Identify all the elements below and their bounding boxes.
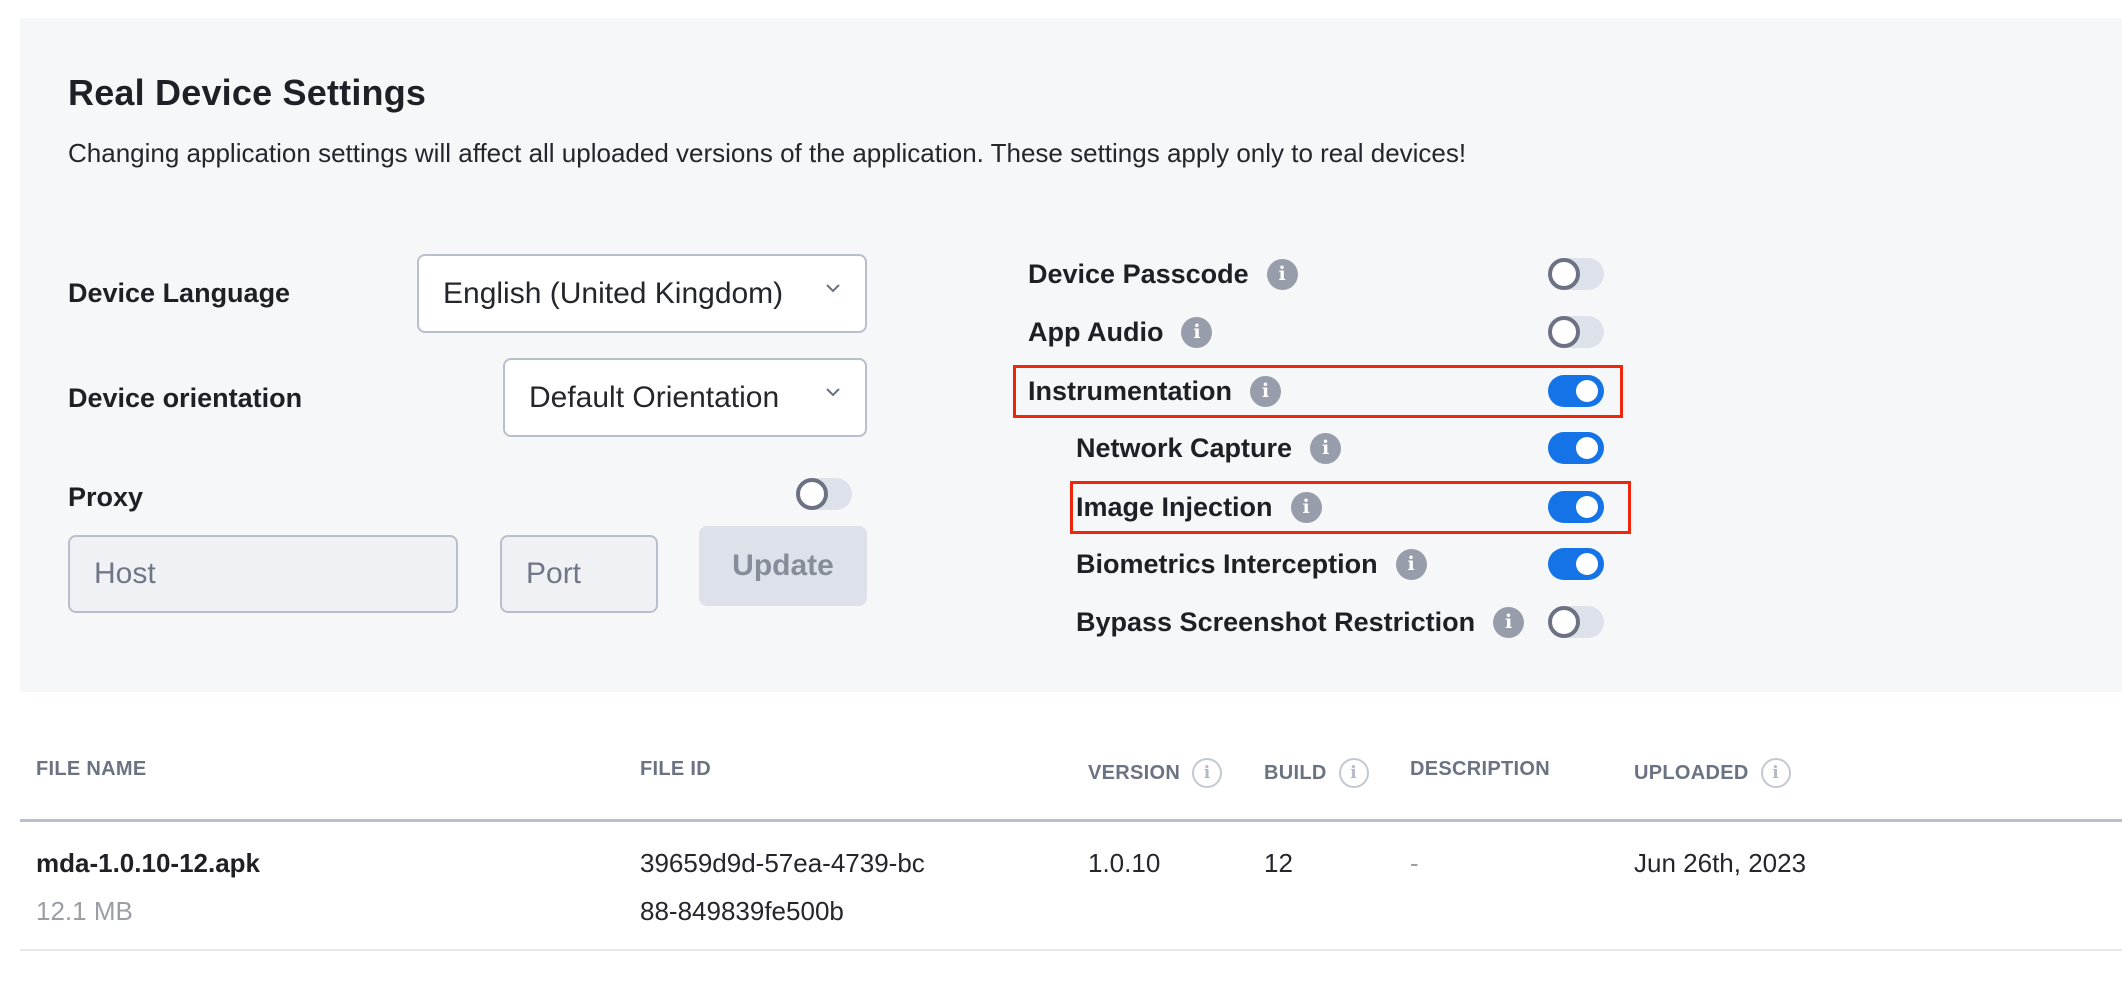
column-header-label: BUILD <box>1264 761 1327 784</box>
info-icon[interactable]: i <box>1250 375 1282 407</box>
option-toggle[interactable] <box>1548 258 1604 290</box>
option-label: Bypass Screenshot Restriction <box>1076 606 1476 637</box>
option-row: Image Injection i <box>1076 487 1322 527</box>
column-header-label: FILE NAME <box>36 758 147 780</box>
option-toggle[interactable] <box>1548 491 1604 523</box>
option-label: Device Passcode <box>1028 258 1249 289</box>
device-orientation-value: Default Orientation <box>529 380 780 414</box>
option-row: Bypass Screenshot Restriction i <box>1076 602 1525 642</box>
info-icon[interactable]: i <box>1310 432 1342 464</box>
chevron-down-icon <box>825 282 840 296</box>
column-header-label: UPLOADED <box>1634 761 1749 784</box>
file-version: 1.0.10 <box>1088 848 1161 878</box>
table-header-divider <box>20 819 2122 822</box>
option-label: Instrumentation <box>1028 375 1233 406</box>
option-row: Network Capture i <box>1076 428 1342 468</box>
proxy-toggle[interactable] <box>796 478 852 510</box>
info-icon[interactable]: i <box>1493 606 1525 638</box>
file-id-line-1: 39659d9d-57ea-4739-bc <box>640 848 925 878</box>
info-icon[interactable]: i <box>1266 258 1298 290</box>
option-toggle[interactable] <box>1548 375 1604 407</box>
info-icon[interactable]: i <box>1338 758 1369 788</box>
toggle-knob <box>1548 316 1580 348</box>
device-orientation-label: Device orientation <box>68 383 303 413</box>
column-header[interactable]: FILE NAME <box>36 758 146 781</box>
column-header[interactable]: DESCRIPTION <box>1410 758 1550 781</box>
toggle-knob <box>1576 380 1598 402</box>
toggle-knob <box>1576 553 1598 575</box>
info-icon[interactable]: i <box>1395 548 1427 580</box>
toggle-knob <box>1548 258 1580 290</box>
option-label: Network Capture <box>1076 432 1293 463</box>
page-title: Real Device Settings <box>68 72 427 113</box>
option-toggle[interactable] <box>1548 432 1604 464</box>
file-description: - <box>1410 848 1419 878</box>
proxy-update-button[interactable]: Update <box>699 526 867 606</box>
option-toggle[interactable] <box>1548 606 1604 638</box>
option-label: App Audio <box>1028 316 1164 347</box>
column-header-label: VERSION <box>1088 761 1181 784</box>
option-toggle[interactable] <box>1548 316 1604 348</box>
device-language-select[interactable]: English (United Kingdom) <box>417 254 867 333</box>
file-id-line-2: 88-849839fe500b <box>640 896 844 926</box>
option-row: App Audio i <box>1028 312 1213 352</box>
info-icon[interactable]: i <box>1290 491 1322 523</box>
chevron-down-icon <box>825 386 840 400</box>
info-icon[interactable]: i <box>1192 758 1223 788</box>
table-row-divider <box>20 949 2122 951</box>
column-header[interactable]: FILE ID <box>640 758 711 781</box>
device-orientation-select[interactable]: Default Orientation <box>503 358 867 437</box>
column-header-label: FILE ID <box>640 758 711 780</box>
proxy-port-input[interactable] <box>500 535 658 613</box>
toggle-knob <box>1576 496 1598 518</box>
settings-description: Changing application settings will affec… <box>68 138 1467 168</box>
toggle-knob <box>796 478 828 510</box>
option-label: Biometrics Interception <box>1076 548 1378 579</box>
proxy-host-input[interactable] <box>68 535 458 613</box>
option-label: Image Injection <box>1076 491 1273 522</box>
info-icon[interactable]: i <box>1181 316 1213 348</box>
device-language-label: Device Language <box>68 278 291 308</box>
info-icon[interactable]: i <box>1760 758 1791 788</box>
option-row: Device Passcode i <box>1028 254 1298 294</box>
toggle-knob <box>1576 437 1598 459</box>
proxy-label: Proxy <box>68 482 144 512</box>
file-uploaded: Jun 26th, 2023 <box>1634 848 1807 878</box>
toggle-knob <box>1548 606 1580 638</box>
device-language-value: English (United Kingdom) <box>443 276 784 310</box>
column-header[interactable]: BUILD i <box>1264 758 1369 788</box>
option-toggle[interactable] <box>1548 548 1604 580</box>
column-header[interactable]: UPLOADED i <box>1634 758 1791 788</box>
file-name[interactable]: mda-1.0.10-12.apk <box>36 848 260 879</box>
column-header-label: DESCRIPTION <box>1410 758 1550 780</box>
file-build: 12 <box>1264 848 1293 878</box>
column-header[interactable]: VERSION i <box>1088 758 1223 788</box>
option-row: Biometrics Interception i <box>1076 544 1427 584</box>
file-size: 12.1 MB <box>36 896 133 926</box>
option-row: Instrumentation i <box>1028 371 1282 411</box>
